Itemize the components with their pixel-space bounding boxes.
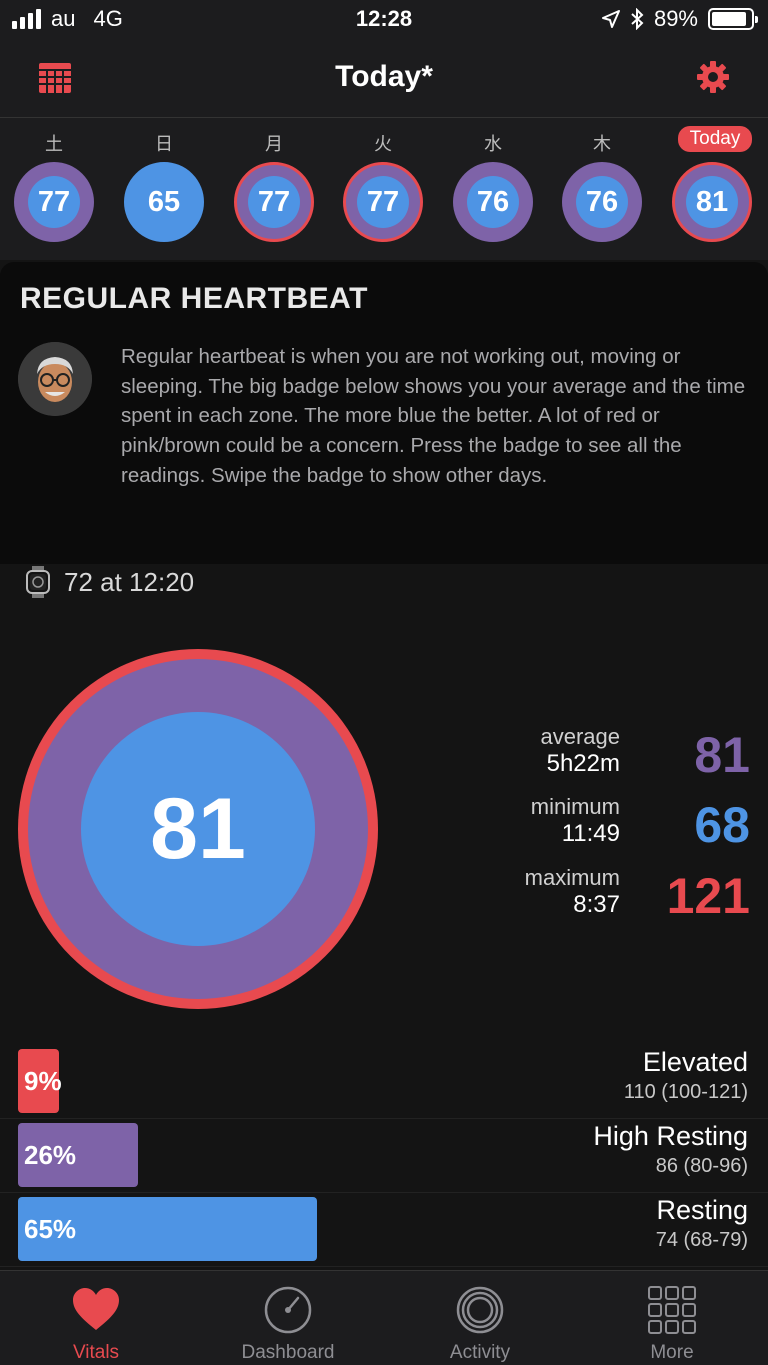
day-label: 水 [484, 134, 502, 154]
page-title: Today* [335, 60, 433, 93]
memoji-avatar-icon [18, 342, 92, 416]
grid-icon [648, 1286, 696, 1334]
stat-value: 121 [666, 868, 750, 924]
zone-name: High Resting [593, 1121, 748, 1151]
stat-sub: 5h22m [546, 750, 620, 777]
zone-high-resting[interactable]: 26% High Resting 86 (80-96) [0, 1119, 768, 1193]
tab-label: Activity [449, 1342, 511, 1363]
day-badge: 77 [234, 162, 314, 242]
stat-minimum: minimum 11:49 68 [490, 794, 750, 856]
zone-name: Elevated [642, 1047, 748, 1077]
day-label: 土 [45, 134, 63, 154]
day-value: 77 [28, 176, 80, 228]
status-bar: au 4G 12:28 89% [0, 0, 768, 40]
info-text: Regular heartbeat is when you are not wo… [121, 345, 746, 487]
day-value: 81 [686, 176, 738, 228]
week-strip: 土 77 日 65 月 77 火 77 水 76 木 76 Today 81 [0, 118, 768, 260]
status-right: 89% [601, 6, 758, 32]
day-value: 77 [248, 176, 300, 228]
heart-icon [73, 1288, 119, 1330]
nav-bar: Today* [0, 40, 768, 118]
day-value: 77 [357, 176, 409, 228]
day-4[interactable]: 水 76 [451, 118, 535, 260]
day-value: 65 [138, 176, 190, 228]
day-3[interactable]: 火 77 [341, 118, 425, 260]
tab-label: More [650, 1342, 694, 1363]
badge-middle-ring: 81 [28, 659, 368, 999]
badge-value: 81 [81, 712, 315, 946]
info-title: REGULAR HEARTBEAT [20, 282, 368, 315]
location-arrow-icon [601, 10, 620, 28]
gauge-icon [264, 1286, 312, 1334]
day-value: 76 [576, 176, 628, 228]
today-label: Today [678, 126, 752, 152]
day-badge: 76 [453, 162, 533, 242]
tab-vitals[interactable]: Vitals [0, 1271, 192, 1365]
zone-range: 110 (100-121) [623, 1081, 748, 1103]
day-0[interactable]: 土 77 [12, 118, 96, 260]
stat-sub: 11:49 [561, 820, 620, 847]
stat-label: average [540, 724, 620, 749]
day-label: 火 [374, 134, 392, 154]
tab-activity[interactable]: Activity [384, 1271, 576, 1365]
day-badge: 81 [672, 162, 752, 242]
latest-reading: 72 at 12:20 [26, 566, 194, 598]
zone-bar: 26% [18, 1123, 138, 1187]
avatar [18, 342, 92, 416]
zone-name: Resting [656, 1195, 748, 1225]
stat-maximum: maximum 8:37 121 [490, 865, 750, 927]
day-today[interactable]: Today 81 [670, 118, 754, 260]
day-label: 日 [155, 134, 173, 154]
day-badge: 76 [562, 162, 642, 242]
tab-label: Dashboard [241, 1342, 335, 1363]
zone-elevated[interactable]: 9% Elevated 110 (100-121) [0, 1045, 768, 1119]
latest-reading-text: 72 at 12:20 [64, 566, 195, 597]
gear-icon[interactable] [696, 60, 730, 94]
rings-icon [456, 1286, 504, 1334]
zone-range: 74 (68-79) [655, 1229, 748, 1251]
day-value: 76 [467, 176, 519, 228]
zone-bar: 65% [18, 1197, 317, 1261]
day-badge: 77 [14, 162, 94, 242]
battery-icon [708, 8, 758, 30]
day-badge: 77 [343, 162, 423, 242]
stat-value: 81 [694, 727, 750, 783]
day-label: 月 [265, 134, 283, 154]
tab-dashboard[interactable]: Dashboard [192, 1271, 384, 1365]
bluetooth-icon [631, 8, 644, 30]
day-badge: 65 [124, 162, 204, 242]
tab-label: Vitals [72, 1342, 120, 1363]
info-card: REGULAR HEARTBEAT Regular heartbeat is w… [0, 262, 768, 564]
stat-average: average 5h22m 81 [490, 724, 750, 786]
tab-bar: Vitals Dashboard Activity More [0, 1270, 768, 1365]
stat-sub: 8:37 [573, 891, 620, 918]
stat-label: minimum [530, 794, 620, 819]
zone-range: 86 (80-96) [655, 1155, 748, 1177]
big-heart-badge[interactable]: 81 [18, 649, 378, 1009]
battery-percent: 89% [653, 6, 698, 31]
zone-resting[interactable]: 65% Resting 74 (68-79) [0, 1193, 768, 1267]
zone-bar: 9% [18, 1049, 62, 1113]
watch-icon [26, 566, 50, 598]
day-1[interactable]: 日 65 [122, 118, 206, 260]
day-label: 木 [593, 134, 611, 154]
stat-label: maximum [524, 865, 620, 890]
day-2[interactable]: 月 77 [232, 118, 316, 260]
day-5[interactable]: 木 76 [560, 118, 644, 260]
stat-value: 68 [694, 797, 750, 853]
tab-more[interactable]: More [576, 1271, 768, 1365]
